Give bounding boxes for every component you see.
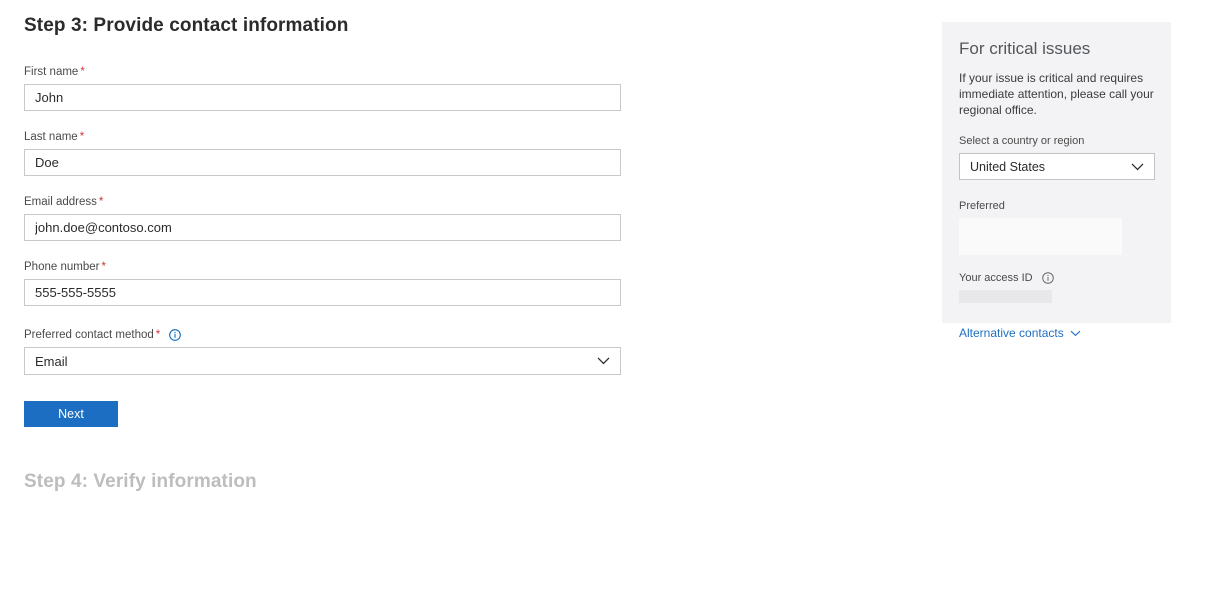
critical-issues-panel: For critical issues If your issue is cri… — [942, 22, 1171, 340]
alternative-contacts-link[interactable]: Alternative contacts — [959, 326, 1081, 340]
preferred-contact-method-value[interactable]: Email — [24, 347, 621, 375]
next-button[interactable]: Next — [24, 401, 118, 427]
country-select-label: Select a country or region — [959, 135, 1085, 147]
country-select[interactable]: United States — [959, 153, 1155, 180]
preferred-contact-method-label-text: Preferred contact method — [24, 329, 154, 341]
chevron-down-icon — [1070, 330, 1081, 337]
info-circle-icon[interactable] — [1041, 272, 1054, 284]
field-email-address: Email address * — [24, 195, 624, 241]
country-select-value[interactable]: United States — [959, 153, 1155, 180]
field-phone-number: Phone number * — [24, 260, 624, 306]
access-id-label-text: Your access ID — [959, 272, 1033, 284]
field-first-name: First name * — [24, 65, 624, 111]
required-asterisk: * — [80, 66, 85, 79]
info-circle-icon[interactable] — [169, 329, 182, 341]
panel-title: For critical issues — [959, 39, 1091, 58]
email-address-label: Email address * — [24, 195, 624, 209]
access-id-placeholder — [959, 290, 1052, 303]
email-address-label-text: Email address — [24, 196, 97, 208]
phone-number-label: Phone number * — [24, 260, 624, 274]
phone-number-input[interactable] — [24, 279, 621, 306]
required-asterisk: * — [101, 261, 106, 274]
required-asterisk: * — [79, 131, 85, 144]
preferred-contact-placeholder — [959, 218, 1122, 255]
email-address-input[interactable] — [24, 214, 621, 241]
preferred-label: Preferred — [959, 200, 1005, 212]
access-id-label: Your access ID — [959, 271, 1154, 285]
first-name-label: First name * — [24, 65, 624, 79]
last-name-label-text: Last name — [24, 131, 78, 143]
panel-description: If your issue is critical and requires i… — [959, 71, 1154, 117]
contact-information-form: Step 3: Provide contact information Firs… — [24, 0, 624, 493]
preferred-contact-method-label: Preferred contact method * — [24, 328, 624, 342]
next-step-title: Step 4: Verify information — [24, 471, 257, 492]
phone-number-label-text: Phone number — [24, 261, 100, 273]
required-asterisk: * — [155, 329, 161, 342]
last-name-input[interactable] — [24, 149, 621, 176]
preferred-contact-method-select[interactable]: Email — [24, 347, 621, 375]
required-asterisk: * — [98, 196, 104, 209]
page-title: Step 3: Provide contact information — [24, 15, 349, 36]
field-last-name: Last name * — [24, 130, 624, 176]
last-name-label: Last name * — [24, 130, 624, 144]
alternative-contacts-label: Alternative contacts — [959, 326, 1064, 340]
field-preferred-contact-method: Preferred contact method * Email — [24, 328, 624, 375]
first-name-input[interactable] — [24, 84, 621, 111]
first-name-label-text: First name — [24, 66, 79, 78]
